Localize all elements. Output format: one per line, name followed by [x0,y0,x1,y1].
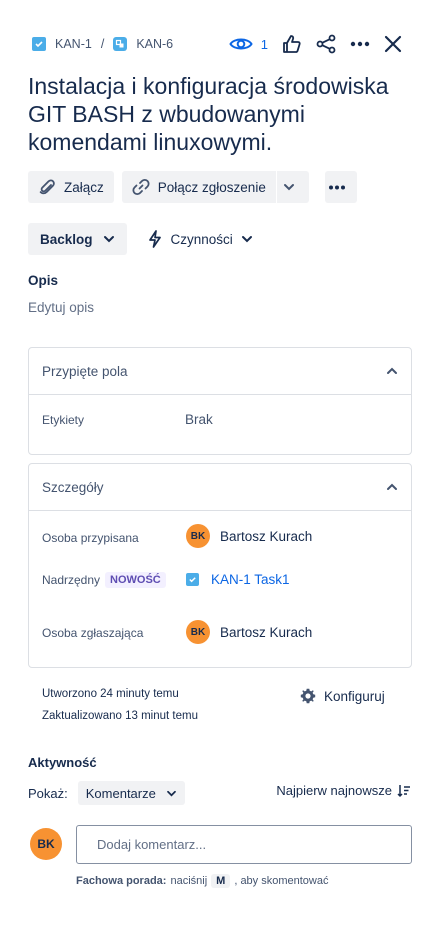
share-icon [316,34,336,54]
link-icon [132,178,150,196]
assignee-label: Osoba przypisana [42,531,139,545]
watch-button[interactable]: 1 [229,32,268,56]
show-label: Pokaż: [28,785,68,801]
breadcrumb-current-link[interactable]: KAN-6 [136,37,173,51]
parent-field[interactable]: KAN-1 Task1 [186,572,290,587]
eye-icon [229,38,253,50]
chevron-down-icon [283,184,294,191]
created-timestamp: Utworzono 24 minuty temu [42,688,179,700]
gear-icon [300,688,316,704]
status-row: Backlog Czynności [28,223,253,255]
sort-icon [397,784,410,797]
activity-heading: Aktywność [28,755,97,770]
task-icon [32,37,46,51]
shortcut-key: M [211,874,231,888]
labels-field-value[interactable]: Brak [185,412,213,427]
tip-after: , aby skomentować [234,875,329,887]
sort-order-button[interactable]: Najpierw najnowsze [276,783,411,798]
details-panel: Szczegóły Osoba przypisana BK Bartosz Ku… [28,463,412,668]
comment-tip: Fachowa porada: naciśnij M , aby skoment… [76,874,328,888]
paperclip-icon [39,179,55,195]
updated-timestamp: Zaktualizowano 13 minut temu [42,710,198,722]
avatar: BK [186,620,210,644]
parent-link[interactable]: KAN-1 Task1 [211,572,290,587]
actions-label: Czynności [170,231,233,247]
more-icon [328,185,345,189]
issue-toolbar: Załącz Połącz zgłoszenie [28,171,357,203]
link-issue-dropdown[interactable] [276,171,309,203]
subtask-icon [113,37,128,51]
breadcrumb: KAN-1 / KAN-6 [32,37,173,51]
breadcrumb-parent-link[interactable]: KAN-1 [55,37,92,51]
link-issue-button[interactable]: Połącz zgłoszenie [121,171,276,203]
chevron-down-icon [166,790,176,796]
comment-input[interactable] [76,825,412,864]
tip-strong: Fachowa porada: [76,875,167,887]
description-heading: Opis [28,273,59,288]
more-actions-button[interactable] [350,32,370,56]
activity-filter-row: Pokaż: Komentarze [28,781,185,805]
assignee-field[interactable]: BK Bartosz Kurach [186,524,312,548]
task-icon [186,573,199,586]
labels-field-label: Etykiety [42,413,85,427]
breadcrumb-separator: / [100,37,105,51]
more-icon [350,41,370,47]
watchers-count: 1 [260,36,268,52]
close-button[interactable] [384,32,402,56]
pinned-fields-title: Przypięte pola [42,363,128,379]
avatar: BK [186,524,210,548]
new-badge: NOWOŚĆ [105,572,166,588]
activity-filter-value: Komentarze [85,785,156,801]
sort-order-label: Najpierw najnowsze [276,783,392,798]
chevron-up-icon[interactable] [386,483,398,491]
pinned-fields-header[interactable]: Przypięte pola [29,348,411,395]
chevron-down-icon [103,236,114,243]
toolbar-more-button[interactable] [324,171,357,203]
link-issue-label: Połącz zgłoszenie [157,179,266,195]
thumbs-up-icon [283,35,301,53]
reporter-name: Bartosz Kurach [220,624,313,640]
status-label: Backlog [40,231,93,247]
details-header[interactable]: Szczegóły [29,464,411,511]
vote-button[interactable] [282,32,302,56]
activity-filter-select[interactable]: Komentarze [77,781,185,805]
chevron-up-icon[interactable] [386,367,398,375]
configure-button[interactable]: Konfiguruj [300,688,385,704]
actions-dropdown[interactable]: Czynności [147,230,253,248]
reporter-field[interactable]: BK Bartosz Kurach [186,620,312,644]
close-icon [384,35,402,53]
tip-before: naciśnij [170,875,208,887]
attach-button[interactable]: Załącz [28,171,114,203]
details-title: Szczegóły [42,479,104,495]
avatar: BK [30,828,62,860]
attach-label: Załącz [64,179,104,195]
chevron-down-icon [241,236,252,243]
status-dropdown[interactable]: Backlog [28,223,127,255]
reporter-label: Osoba zgłaszająca [42,626,144,640]
lightning-icon [148,230,161,248]
pinned-fields-panel: Przypięte pola Etykiety Brak [28,347,412,455]
parent-label: Nadrzędny [42,573,101,587]
edit-description-link[interactable]: Edytuj opis [28,300,94,315]
assignee-name: Bartosz Kurach [220,528,313,544]
configure-label: Konfiguruj [324,688,385,704]
issue-header: KAN-1 / KAN-6 1 [32,30,402,58]
parent-label-row: Nadrzędny NOWOŚĆ [42,572,166,588]
share-button[interactable] [316,32,336,56]
issue-title[interactable]: Instalacja i konfiguracja środowiska GIT… [28,72,402,156]
